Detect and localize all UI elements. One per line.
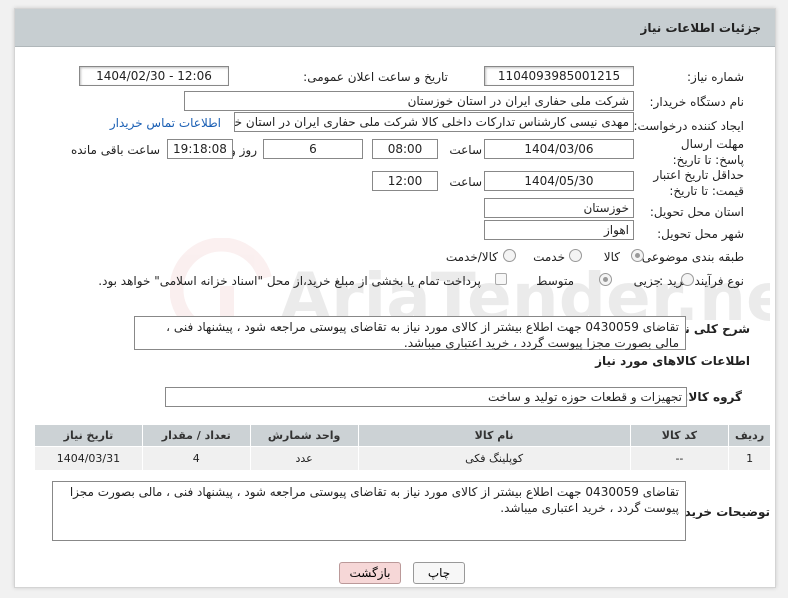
table-row: 1 -- کوپلینگ فکی عدد 4 1404/03/31 [34, 446, 771, 471]
panel-header: جزئیات اطلاعات نیاز [15, 9, 775, 47]
col-name: نام کالا [357, 424, 631, 447]
cell-code: -- [629, 446, 730, 471]
remaining-time-label: ساعت باقی مانده [70, 143, 160, 157]
cell-qty: 4 [141, 446, 251, 471]
category-option-service: خدمت [533, 250, 565, 264]
cell-name: کوپلینگ فکی [357, 446, 631, 471]
back-button[interactable]: بازگشت [339, 562, 401, 584]
validity-time-label: ساعت [449, 175, 482, 189]
col-unit: واحد شمارش [249, 424, 359, 447]
category-label: طبقه بندی موضوعی: [637, 250, 744, 264]
col-code: کد کالا [629, 424, 730, 447]
goods-section-title: اطلاعات کالاهای مورد نیاز [595, 354, 750, 368]
cell-row: 1 [728, 446, 771, 471]
buyer-contact-link[interactable]: اطلاعات تماس خریدار [110, 116, 221, 130]
validity-label: حداقل تاریخ اعتبار قیمت: تا تاریخ: [653, 168, 744, 198]
days-label: روز و [230, 143, 257, 157]
cell-date: 1404/03/31 [34, 446, 143, 471]
treasury-payment-checkbox[interactable] [495, 273, 507, 285]
remaining-time-field: 19:18:08 [167, 139, 233, 159]
col-qty: تعداد / مقدار [141, 424, 251, 447]
panel-title: جزئیات اطلاعات نیاز [640, 21, 761, 35]
need-number-field: 1104093985001215 [484, 66, 634, 86]
need-number-label: شماره نیاز: [687, 70, 744, 84]
goods-group-field: تجهیزات و قطعات حوزه تولید و ساخت [165, 387, 687, 407]
treasury-payment-note: پرداخت تمام یا بخشی از مبلغ خرید،از محل … [98, 274, 481, 288]
category-option-goods-service: کالا/خدمت [445, 250, 498, 264]
category-radio-goods-service[interactable] [503, 249, 516, 262]
goods-table: ردیف کد کالا نام کالا واحد شمارش تعداد /… [34, 424, 771, 471]
announce-label: تاریخ و ساعت اعلان عمومی: [303, 70, 448, 84]
announce-datetime-field: 1404/02/30 - 12:06 [79, 66, 229, 86]
print-button[interactable]: چاپ [413, 562, 465, 584]
cell-unit: عدد [249, 446, 359, 471]
process-radio-medium[interactable] [599, 273, 612, 286]
goods-table-header: ردیف کد کالا نام کالا واحد شمارش تعداد /… [34, 424, 771, 447]
process-option-minor: جزیی [633, 274, 661, 288]
deadline-time-label: ساعت [449, 143, 482, 157]
process-label: نوع فرآیند خرید : [659, 274, 744, 288]
city-field: اهواز [484, 220, 634, 240]
buyer-org-label: نام دستگاه خریدار: [649, 95, 745, 109]
deadline-date-field: 1404/03/06 [484, 139, 634, 159]
days-remaining-field: 6 [263, 139, 363, 159]
requester-label: ایجاد کننده درخواست: [633, 119, 744, 133]
goods-group-label: گروه کالا: [683, 390, 742, 404]
province-field: خوزستان [484, 198, 634, 218]
buyer-org-field: شرکت ملی حفاری ایران در استان خوزستان [184, 91, 634, 111]
deadline-label: مهلت ارسال پاسخ: تا تاریخ: [672, 137, 744, 167]
col-row: ردیف [728, 424, 771, 447]
city-label: شهر محل تحویل: [657, 227, 744, 241]
requester-field: مهدی نیسی کارشناس تدارکات داخلی کالا شرک… [234, 112, 634, 132]
validity-date-field: 1404/05/30 [484, 171, 634, 191]
description-text: تقاضای 0430059 جهت اطلاع بیشتر از کالای … [134, 316, 686, 350]
category-radio-goods[interactable] [631, 249, 644, 262]
buyer-notes-text: تقاضای 0430059 جهت اطلاع بیشتر از کالای … [52, 481, 686, 541]
col-date: تاریخ نیاز [34, 424, 143, 447]
validity-time-field: 12:00 [372, 171, 438, 191]
category-option-goods: کالا [603, 250, 620, 264]
process-option-medium: متوسط [536, 274, 574, 288]
process-radio-minor[interactable] [681, 273, 694, 286]
deadline-time-field: 08:00 [372, 139, 438, 159]
province-label: استان محل تحویل: [649, 205, 744, 219]
category-radio-service[interactable] [569, 249, 582, 262]
